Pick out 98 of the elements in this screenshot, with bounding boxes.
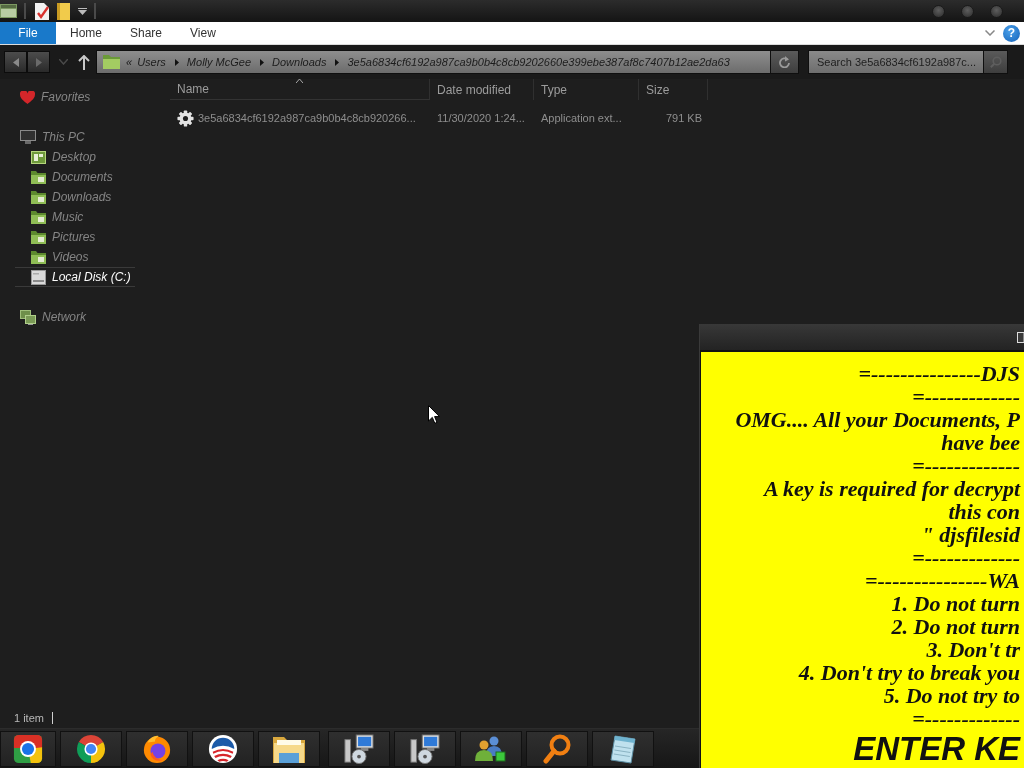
sidebar-item[interactable]: Music [15,207,135,227]
taskbar-button[interactable] [192,730,254,767]
message-line: 3. Don't tr [926,637,1020,662]
triangle-icon[interactable] [174,58,179,66]
sort-caret-icon [296,79,303,83]
taskbar-button[interactable] [60,730,122,767]
ribbon-tab[interactable]: View [176,22,230,44]
folder-icon [103,55,120,69]
magnifier-icon[interactable] [543,733,571,764]
people-icon[interactable] [475,735,507,762]
file-type: Application ext... [540,112,623,124]
item-count: 1 item [14,712,44,724]
triangle-icon[interactable] [260,58,265,66]
sidebar-item[interactable]: Network [15,307,135,327]
file-name[interactable]: 3e5a6834cf6192a987ca9b0b4c8cb920266... [198,112,416,124]
document-check-icon[interactable] [35,2,49,20]
search-icon [989,56,1002,68]
minimize-button[interactable] [932,4,945,18]
computer-disc-icon[interactable] [410,733,440,764]
sidebar-item[interactable]: Local Disk (C:) [15,267,135,287]
drive-icon [31,269,46,285]
ribbon-tab[interactable]: Home [56,22,116,44]
message-heading: ENTER KE [852,731,1020,767]
computer-disc-icon[interactable] [344,733,374,764]
right-triangle-icon [35,57,42,67]
chevron-down-icon[interactable] [985,30,995,36]
message-line: have bee [941,430,1020,455]
taskbar-button[interactable] [460,730,522,767]
folder-icon [31,190,46,204]
file-date: 11/30/2020 1:24... [436,112,526,124]
desktop-icon [31,150,46,164]
breadcrumb[interactable]: Downloads [272,56,327,68]
breadcrumb[interactable]: 3e5a6834cf6192a987ca9b0b4c8cb9202660e399ebe387af8c7407b12ae2da63 [347,56,730,68]
left-triangle-icon [12,57,19,67]
message-line: 2. Do not turn [891,614,1020,639]
message-line: OMG.... All your Documents, P [735,407,1020,432]
breadcrumb[interactable]: Molly McGee [186,56,252,68]
triangle-icon[interactable] [335,58,340,66]
sidebar-item[interactable]: Desktop [15,147,135,167]
file-tab[interactable]: File [0,22,56,44]
message-line: 1. Do not turn [891,591,1020,616]
sidebar-item[interactable]: Pictures [15,227,135,247]
caret-icon[interactable] [78,7,87,15]
breadcrumb[interactable]: Users [137,56,166,68]
search-button[interactable] [984,50,1008,74]
taskbar-button[interactable] [526,730,588,767]
taskbar-button[interactable] [328,730,390,767]
flame-globe-icon[interactable] [142,733,172,764]
striped-circle-icon[interactable] [208,733,238,764]
heart-icon [20,90,35,104]
network-icon [20,309,36,325]
gear-icon [177,109,194,127]
message-line: =------------- [912,384,1020,409]
column-header[interactable]: Type [534,79,639,100]
ribbon-tab[interactable]: Share [116,22,177,44]
taskbar-button[interactable] [258,730,320,767]
search-field[interactable]: Search 3e5a6834cf6192a987c... [808,50,984,74]
folder-icon [31,230,46,244]
taskbar-button[interactable] [126,730,188,767]
segmented-circle-icon[interactable] [76,733,106,764]
sidebar-item[interactable]: Documents [15,167,135,187]
message-line: A key is required for decrypt [763,476,1020,501]
address-bar[interactable]: « Users Molly McGee Downloads 3e5a6834cf6192a987ca9b0b4c8cb9202660e399ebe387af8c7407b12ae2da63 [96,50,771,74]
up-arrow-icon[interactable] [78,54,90,70]
message-line: 4. Don't try to break you [798,660,1020,685]
folder-icon [31,170,46,184]
taskbar-button[interactable] [0,730,56,767]
refresh-button[interactable] [771,50,799,74]
taskbar-button[interactable] [592,730,654,767]
maximize-button[interactable] [961,4,974,18]
sidebar-item[interactable]: This PC [15,127,135,147]
monitor-icon [20,130,36,144]
sidebar-item[interactable]: Videos [15,247,135,267]
forward-button[interactable] [27,51,50,73]
taskbar-button[interactable] [394,730,456,767]
close-button[interactable] [990,4,1003,18]
window-icon[interactable] [0,4,17,18]
folder-icon[interactable] [273,734,305,763]
cursor-icon [428,405,440,424]
refresh-icon [779,56,790,68]
square-orb-icon[interactable] [13,733,43,764]
folder-icon [31,210,46,224]
file-size: 791 KB [664,112,703,124]
folder-icon[interactable] [57,2,70,20]
message-line: " djsfilesid [921,522,1020,547]
sidebar-item[interactable]: Downloads [15,187,135,207]
message-line: =---------------DJS [858,361,1020,386]
column-header[interactable]: Date modified [430,79,534,100]
column-header[interactable]: Name [170,79,430,100]
message-line: =---------------WA [864,568,1020,593]
back-button[interactable] [4,51,27,73]
help-button[interactable]: ? [1003,24,1020,42]
notepad-icon[interactable] [609,733,637,764]
message-line: =------------- [912,453,1020,478]
folder-icon [31,250,46,264]
overflow-chevrons[interactable]: « [126,56,133,68]
sidebar-item[interactable]: Favorites [15,87,135,107]
column-header[interactable]: Size [639,79,708,100]
